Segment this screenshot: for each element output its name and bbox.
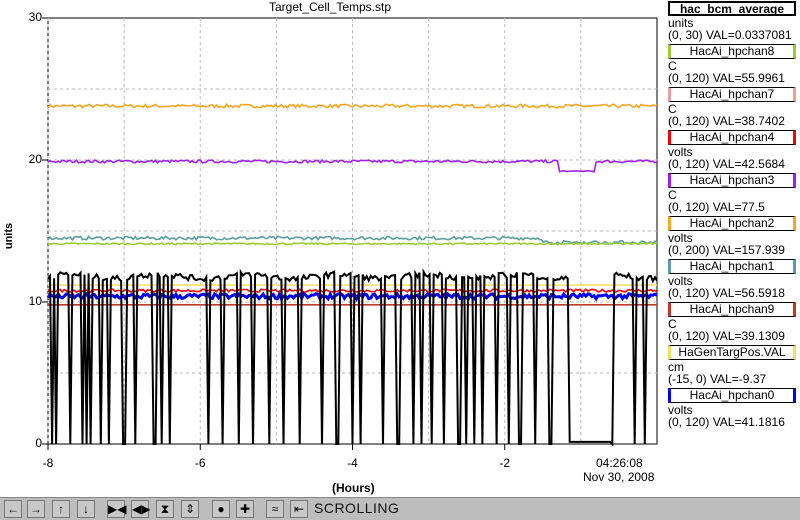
legend-range-value: (0, 120) VAL=55.9961 (668, 71, 785, 85)
x-tick-label: -2 (499, 456, 511, 470)
legend-item-hacai-hpchan8[interactable]: HacAi_hpchan8 (668, 44, 796, 59)
legend-item-hacai-hpchan4[interactable]: HacAi_hpchan4 (668, 130, 796, 145)
scrolling-status: SCROLLING (314, 500, 400, 516)
legend-item-hacai-hpchan0[interactable]: HacAi_hpchan0 (668, 388, 796, 403)
x-tick-label: -8 (42, 456, 54, 470)
y-tick-label: 10 (28, 294, 42, 308)
series-line-hacai-hpchan8 (47, 241, 658, 246)
legend-range-value: (0, 120) VAL=39.1309 (668, 329, 785, 343)
x-axis-label: (Hours) (332, 481, 375, 495)
x-tick-label: -4 (347, 456, 358, 470)
arrow-right-icon[interactable]: → (27, 500, 45, 518)
legend-item-hagentargpos-val[interactable]: HaGenTargPos.VAL (668, 345, 796, 360)
legend-item-hacai-hpchan2[interactable]: HacAi_hpchan2 (668, 216, 796, 231)
legend-item-hacai-hpchan7[interactable]: HacAi_hpchan7 (668, 87, 796, 102)
record-icon[interactable]: ● (212, 500, 230, 518)
y-axis-label: units (3, 222, 16, 250)
timestamp-time: 04:26:08 (596, 456, 643, 470)
legend-range-value: (0, 120) VAL=56.5918 (668, 286, 785, 300)
series-line-hacai-hpchan4 (47, 288, 658, 294)
y-tick-label: 20 (28, 152, 42, 166)
y-tick-label: 30 (28, 10, 42, 24)
timestamp-date: Nov 30, 2008 (583, 470, 655, 484)
legend-item-hacai-hpchan9[interactable]: HacAi_hpchan9 (668, 302, 796, 317)
chart-title: Target_Cell_Temps.stp (268, 0, 392, 14)
legend-item-hac-bcm-average[interactable]: hac_bcm_average (668, 1, 796, 16)
legend-range-value: (0, 120) VAL=77.5 (668, 200, 765, 214)
expand-horizontal-icon[interactable]: ◀▶ (131, 500, 150, 518)
legend-range-value: (0, 120) VAL=41.1816 (668, 415, 785, 429)
add-icon[interactable]: ✚ (236, 500, 254, 518)
expand-vertical-icon[interactable]: ⇕ (181, 500, 199, 518)
arrow-left-icon[interactable]: ← (4, 500, 22, 518)
legend-range-value: (0, 30) VAL=0.0337081 (668, 28, 792, 42)
legend-item-hacai-hpchan3[interactable]: HacAi_hpchan3 (668, 173, 796, 188)
legend-item-hacai-hpchan1[interactable]: HacAi_hpchan1 (668, 259, 796, 274)
y-tick-label: 0 (35, 436, 42, 450)
legend-range-value: (0, 120) VAL=38.7402 (668, 114, 785, 128)
legend-range-value: (-15, 0) VAL=-9.37 (668, 372, 767, 386)
legend-range-value: (0, 120) VAL=42.5684 (668, 157, 785, 171)
series-line-hacai-hpchan0 (46, 290, 658, 303)
jump-start-icon[interactable]: ⇤ (290, 500, 308, 518)
arrow-up-icon[interactable]: ↑ (52, 500, 70, 518)
legend-range-value: (0, 200) VAL=157.939 (668, 243, 785, 257)
compress-horizontal-icon[interactable]: ▶◀ (107, 500, 126, 518)
toolbar: SCROLLING ← → ↑ ↓ ▶◀ ◀▶ ⧗ ⇕ ● ✚ ≈ ⇤ (0, 497, 800, 520)
arrow-down-icon[interactable]: ↓ (77, 500, 95, 518)
compress-vertical-icon[interactable]: ⧗ (156, 500, 174, 518)
x-tick-label: -6 (194, 456, 206, 470)
autoscale-icon[interactable]: ≈ (266, 500, 284, 518)
